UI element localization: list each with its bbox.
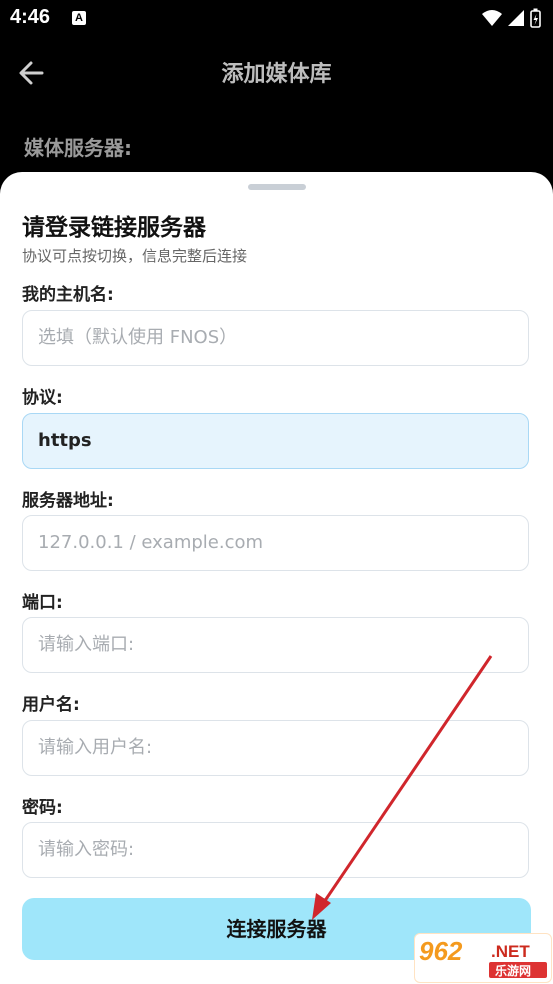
sheet-drag-handle[interactable] bbox=[248, 184, 306, 190]
media-server-label: 媒体服务器: bbox=[24, 136, 132, 160]
status-time: 4:46 bbox=[10, 6, 51, 28]
signal-icon bbox=[508, 10, 524, 26]
battery-icon bbox=[530, 8, 541, 28]
hostname-input[interactable]: 选填（默认使用 FNOS） bbox=[22, 310, 529, 366]
notification-a-icon: A bbox=[72, 11, 86, 25]
sheet-subtitle: 协议可点按切换，信息完整后连接 bbox=[22, 247, 248, 265]
watermark-cn-text: 乐游网 bbox=[495, 964, 532, 978]
server-address-input[interactable]: 127.0.0.1 / example.com bbox=[22, 515, 529, 571]
watermark-domain: .NET bbox=[491, 942, 530, 961]
protocol-label: 协议: bbox=[22, 388, 63, 408]
app-bar: 添加媒体库 bbox=[0, 38, 553, 108]
status-bar: 4:46 A bbox=[0, 0, 553, 38]
sheet-title: 请登录链接服务器 bbox=[22, 215, 206, 241]
protocol-toggle[interactable]: https bbox=[22, 413, 529, 469]
watermark-logo: 962 .NET 乐游网 bbox=[414, 933, 552, 983]
login-sheet: 请登录链接服务器 协议可点按切换，信息完整后连接 我的主机名: 选填（默认使用 … bbox=[0, 172, 553, 984]
username-label: 用户名: bbox=[22, 695, 80, 715]
watermark-number: 962 bbox=[419, 936, 463, 966]
password-input[interactable]: 请输入密码: bbox=[22, 822, 529, 878]
status-icons bbox=[482, 8, 541, 28]
page-title: 添加媒体库 bbox=[221, 62, 332, 87]
port-input[interactable]: 请输入端口: bbox=[22, 617, 529, 673]
wifi-icon bbox=[482, 10, 502, 26]
username-input[interactable]: 请输入用户名: bbox=[22, 720, 529, 776]
port-label: 端口: bbox=[22, 593, 63, 613]
password-label: 密码: bbox=[22, 798, 63, 818]
server-address-label: 服务器地址: bbox=[22, 491, 114, 511]
hostname-label: 我的主机名: bbox=[22, 285, 114, 305]
